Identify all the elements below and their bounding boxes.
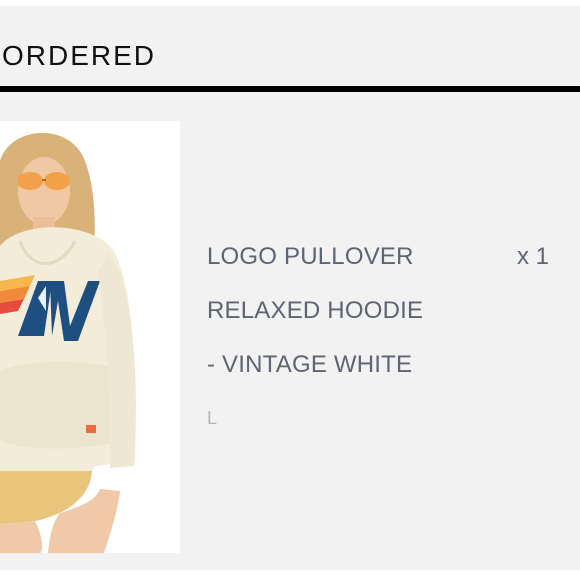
product-name-line-2: RELAXED HOODIE	[207, 297, 424, 324]
bottom-edge	[0, 570, 580, 580]
item-quantity: x 1	[517, 243, 550, 270]
product-image[interactable]	[0, 121, 180, 553]
item-size: L	[207, 408, 218, 428]
product-name-line-1: LOGO PULLOVER	[207, 243, 414, 270]
top-edge	[0, 0, 580, 6]
section-title: ORDERED	[2, 40, 157, 71]
section-divider	[0, 86, 580, 92]
product-name-lines[interactable]: LOGO PULLOVER RELAXED HOODIE - VINTAGE W…	[207, 230, 467, 392]
product-name-line-3: - VINTAGE WHITE	[207, 351, 413, 378]
product-photo-icon	[0, 121, 180, 553]
order-summary-screen: ORDERED LOGO PULLOVER RELAXED HOODIE - V…	[0, 0, 580, 580]
